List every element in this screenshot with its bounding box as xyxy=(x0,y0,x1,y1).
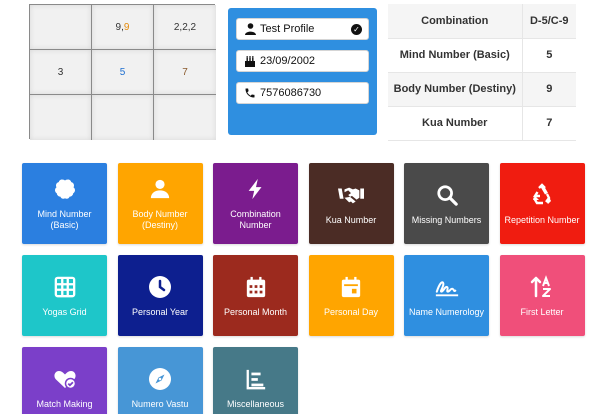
tile-body-number[interactable]: Body Number (Destiny) xyxy=(117,163,203,244)
tile-label: Yogas Grid xyxy=(42,306,87,317)
phone-field[interactable]: 7576086730 xyxy=(236,82,369,104)
check-circle-icon: ✓ xyxy=(351,23,362,35)
heart-check-icon xyxy=(52,366,78,392)
grid-icon xyxy=(52,274,78,300)
tile-label: Name Numerology xyxy=(408,306,485,317)
tile-personal-year[interactable]: Personal Year xyxy=(117,255,203,336)
row-value: 7 xyxy=(522,106,576,141)
person-icon xyxy=(147,176,173,202)
tile-missing-numbers[interactable]: Missing Numbers xyxy=(404,163,489,244)
grid-cell xyxy=(30,5,92,50)
brain-icon xyxy=(52,176,78,202)
grid-cell: 5 xyxy=(92,50,154,95)
tile-personal-day[interactable]: Personal Day xyxy=(308,255,394,336)
feature-tiles: Mind Number (Basic) Body Number (Destiny… xyxy=(22,163,585,414)
compass-icon xyxy=(147,366,173,392)
row-label: Combination xyxy=(388,4,523,39)
table-row: Mind Number (Basic) 5 xyxy=(388,38,576,73)
profile-card: Test Profile ✓ 23/09/2002 7576086730 xyxy=(228,8,377,135)
grid-cell-part: 3 xyxy=(57,66,64,78)
tile-label: Miscellaneous xyxy=(226,398,285,409)
row-label: Mind Number (Basic) xyxy=(388,38,523,73)
table-row: Kua Number 7 xyxy=(388,106,576,141)
dob-field[interactable]: 23/09/2002 xyxy=(236,50,369,72)
calendar-month-icon xyxy=(243,274,269,300)
profile-select[interactable]: Test Profile ✓ xyxy=(236,18,369,40)
grid-cell-value: 2,2,2 xyxy=(174,22,196,33)
row-value: 9 xyxy=(522,72,576,107)
loshu-grid: 9,9 2,2,2 3 5 7 xyxy=(29,4,216,140)
tile-kua-number[interactable]: Kua Number xyxy=(308,163,394,244)
tile-first-letter[interactable]: First Letter xyxy=(499,255,585,336)
birthday-cake-icon xyxy=(243,54,257,68)
tile-label: Kua Number xyxy=(325,214,377,225)
tile-label: Body Number (Destiny) xyxy=(132,209,188,230)
tile-label: Combination Number xyxy=(230,209,281,230)
tile-label: Personal Year xyxy=(131,306,189,317)
signature-icon xyxy=(434,274,460,300)
grid-cell: 3 xyxy=(30,50,92,95)
grid-cell-part: 9, xyxy=(115,21,124,33)
grid-cell: 2,2,2 xyxy=(154,5,216,50)
tile-name-numerology[interactable]: Name Numerology xyxy=(404,255,489,336)
magnifier-icon xyxy=(434,182,460,208)
grid-cell xyxy=(30,95,92,140)
tile-label: Match Making xyxy=(36,398,93,409)
handshake-icon xyxy=(338,182,364,208)
row-value: 5 xyxy=(522,38,576,73)
grid-cell: 9,9 xyxy=(92,5,154,50)
grid-cell-part: 9 xyxy=(123,21,130,33)
summary-table: Combination D-5/C-9 Mind Number (Basic) … xyxy=(388,4,576,141)
tile-label: First Letter xyxy=(520,306,564,317)
dob-value: 23/09/2002 xyxy=(260,55,316,67)
tile-combination-number[interactable]: Combination Number xyxy=(213,163,298,244)
grid-cell-part: 2,2,2 xyxy=(173,21,197,33)
tile-repetition-number[interactable]: Repetition Number xyxy=(499,163,585,244)
row-label: Body Number (Destiny) xyxy=(388,72,523,107)
tile-label: Mind Number (Basic) xyxy=(37,209,92,230)
tile-label: Personal Day xyxy=(323,306,379,317)
recycle-icon xyxy=(529,182,555,208)
tile-label: Personal Month xyxy=(223,306,288,317)
tile-numero-vastu[interactable]: Numero Vastu xyxy=(117,347,203,414)
tile-miscellaneous[interactable]: Miscellaneous xyxy=(213,347,298,414)
tile-personal-month[interactable]: Personal Month xyxy=(213,255,298,336)
row-value: D-5/C-9 xyxy=(522,4,576,39)
grid-cell: 7 xyxy=(154,50,216,95)
chart-bars-icon xyxy=(243,366,269,392)
tile-match-making[interactable]: Match Making xyxy=(22,347,107,414)
sort-alpha-icon xyxy=(529,274,555,300)
grid-cell-value: 5 xyxy=(120,67,126,78)
grid-cell xyxy=(92,95,154,140)
lightning-icon xyxy=(243,176,269,202)
table-row: Body Number (Destiny) 9 xyxy=(388,72,576,107)
user-icon xyxy=(243,22,257,36)
phone-icon xyxy=(243,86,257,100)
grid-cell xyxy=(154,95,216,140)
row-label: Kua Number xyxy=(388,106,523,141)
tile-label: Numero Vastu xyxy=(131,398,189,409)
table-row: Combination D-5/C-9 xyxy=(388,4,576,39)
tile-mind-number[interactable]: Mind Number (Basic) xyxy=(22,163,107,244)
tile-label: Repetition Number xyxy=(504,214,580,225)
calendar-day-icon xyxy=(338,274,364,300)
grid-cell-value: 3 xyxy=(58,67,64,78)
grid-cell-part: 5 xyxy=(119,66,126,78)
tile-yogas-grid[interactable]: Yogas Grid xyxy=(22,255,107,336)
grid-cell-value: 9,9 xyxy=(116,22,130,33)
tile-label: Missing Numbers xyxy=(411,214,482,225)
grid-cell-value: 7 xyxy=(182,67,188,78)
profile-name: Test Profile xyxy=(260,23,315,35)
phone-value: 7576086730 xyxy=(260,87,322,99)
clock-icon xyxy=(147,274,173,300)
grid-cell-part: 7 xyxy=(182,66,188,78)
